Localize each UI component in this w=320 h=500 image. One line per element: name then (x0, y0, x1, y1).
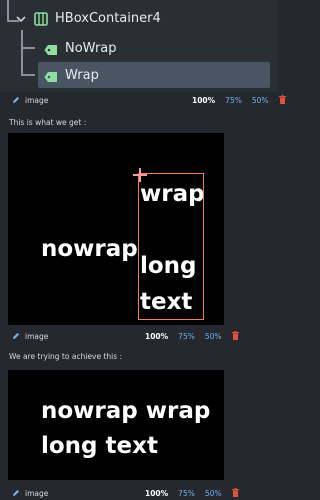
tree-node-label: Wrap (65, 67, 99, 83)
zoom-50-button[interactable]: 50% (205, 332, 222, 341)
tree-row-hboxcontainer4[interactable]: HBoxContainer4 (16, 6, 161, 30)
zoom-75-button[interactable]: 75% (178, 489, 195, 498)
target-text-line-1: nowrap wrap (41, 398, 211, 424)
tree-connector (21, 30, 23, 76)
target-text-line-2: long text (41, 433, 158, 459)
tree-node-label: HBoxContainer4 (55, 10, 161, 26)
trash-icon[interactable] (231, 487, 239, 499)
edit-image-label: image (25, 95, 49, 105)
zoom-50-button[interactable]: 50% (205, 489, 222, 498)
nowrap-text: nowrap (41, 236, 138, 262)
edit-image-button[interactable]: image (12, 332, 48, 341)
zoom-100-button[interactable]: 100% (192, 96, 215, 105)
hbox-container-icon (34, 11, 48, 26)
image-toolbar: image 100% 75% 50% (0, 93, 286, 107)
edit-image-label: image (25, 331, 49, 341)
trash-icon[interactable] (278, 94, 286, 106)
pencil-icon (13, 333, 19, 339)
target-image: nowrap wrap long text (8, 370, 224, 480)
scene-tree: HBoxContainer4 NoWrap Wrap (0, 0, 278, 92)
chevron-down-icon[interactable] (16, 9, 28, 28)
pivot-cross-icon (133, 167, 147, 186)
zoom-100-button[interactable]: 100% (145, 489, 168, 498)
image-toolbar: image 100% 75% 50% (0, 329, 278, 343)
trash-icon[interactable] (231, 330, 239, 342)
zoom-50-button[interactable]: 50% (252, 96, 269, 105)
tree-connector (21, 47, 35, 49)
selection-outline (138, 173, 204, 320)
zoom-75-button[interactable]: 75% (178, 332, 195, 341)
label-node-icon (44, 41, 58, 55)
tree-node-label: NoWrap (65, 40, 117, 56)
zoom-100-button[interactable]: 100% (145, 332, 168, 341)
tree-row-nowrap[interactable]: NoWrap (40, 36, 270, 60)
pencil-icon (13, 97, 19, 103)
edit-image-button[interactable]: image (12, 489, 48, 498)
label-node-icon (44, 68, 58, 82)
tree-connector (21, 74, 35, 76)
edit-image-label: image (25, 488, 49, 498)
caption-second: We are trying to achieve this : (9, 352, 123, 361)
tree-row-wrap[interactable]: Wrap (38, 62, 270, 88)
edit-image-button[interactable]: image (12, 96, 48, 105)
image-toolbar: image 100% 75% 50% (0, 486, 278, 500)
zoom-75-button[interactable]: 75% (225, 96, 242, 105)
pencil-icon (13, 490, 19, 496)
caption-first: This is what we get : (9, 118, 87, 127)
result-image: nowrap wrap long text (8, 133, 224, 325)
tree-connector (7, 0, 9, 22)
